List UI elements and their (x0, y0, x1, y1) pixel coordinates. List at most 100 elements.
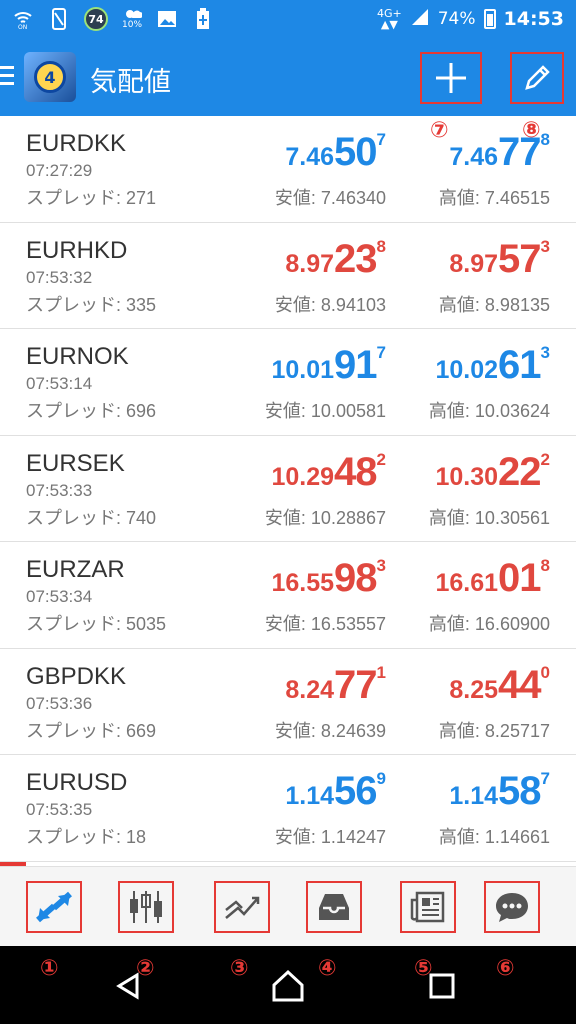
price-fraction: 8 (376, 236, 386, 256)
bid-price[interactable]: 1.14569 (285, 769, 386, 814)
candlestick-icon (130, 891, 162, 923)
price-fraction: 1 (376, 662, 386, 682)
bid-price[interactable]: 16.55983 (271, 556, 386, 601)
ask-price[interactable]: 8.25440 (449, 663, 550, 708)
price-fraction: 9 (376, 769, 386, 788)
trade-tab[interactable] (214, 881, 270, 933)
price-prefix: 10.01 (271, 356, 335, 384)
news-tab[interactable] (400, 881, 456, 933)
quotes-list: EURDKK 07:27:29 スプレッド: 271 7.46507 7.46778 安値… (0, 116, 576, 862)
quote-row[interactable]: EURDKK 07:27:29 スプレッド: 271 7.46507 7.46778 安値… (0, 116, 576, 223)
quote-row[interactable]: EURHKD 07:53:32 スプレッド: 335 8.97238 8.97573 安値… (0, 223, 576, 329)
price-prefix: 1.14 (449, 782, 499, 810)
ask-price[interactable]: 16.61018 (435, 556, 550, 601)
edit-button[interactable] (510, 52, 564, 104)
bid-price[interactable]: 7.46507 (285, 130, 386, 175)
arrows-icon (36, 891, 72, 923)
price-prefix: 8.97 (285, 249, 335, 278)
menu-icon[interactable] (0, 66, 16, 86)
image-icon (156, 8, 178, 30)
annotation-1: ① (40, 956, 59, 981)
low-price: 安値: 1.14247 (274, 827, 386, 847)
price-pips: 91 (334, 343, 377, 387)
spread-value: スプレッド: 18 (26, 827, 147, 847)
battery-charging-icon (192, 8, 214, 30)
system-navigation (0, 946, 576, 1024)
spread-value: スプレッド: 335 (26, 294, 157, 315)
quote-row[interactable]: GBPDKK 07:53:36 スプレッド: 669 8.24771 8.25440 安値… (0, 649, 576, 755)
symbol-name: GBPDKK (26, 662, 127, 690)
price-pips: 50 (334, 130, 377, 174)
symbol-name: EURDKK (26, 130, 127, 157)
price-pips: 77 (498, 130, 541, 174)
price-fraction: 8 (540, 556, 550, 575)
quote-time: 07:53:32 (26, 267, 93, 287)
app-logo[interactable]: 4 (24, 52, 76, 102)
spread-value: スプレッド: 740 (26, 507, 157, 528)
price-prefix: 1.14 (285, 782, 335, 810)
price-fraction: 2 (376, 449, 386, 469)
price-fraction: 0 (540, 662, 550, 682)
status-bar: ON 74 10% 4G+ ▲▼ 74% 14:53 (0, 0, 576, 38)
symbol-name: EURSEK (26, 449, 125, 477)
low-price: 安値: 10.00581 (264, 401, 386, 421)
price-fraction: 3 (376, 556, 386, 575)
bid-price[interactable]: 8.97238 (285, 237, 386, 282)
quote-row[interactable]: EURUSD 07:53:35 スプレッド: 18 1.14569 1.14587 安値:… (0, 755, 576, 862)
clock: 14:53 (503, 8, 564, 30)
chat-icon (496, 893, 528, 922)
price-fraction: 3 (540, 343, 550, 362)
low-price: 安値: 8.94103 (274, 294, 386, 315)
price-pips: 01 (498, 556, 541, 600)
price-fraction: 7 (540, 769, 550, 788)
quote-time: 07:53:34 (26, 587, 93, 606)
price-fraction: 7 (376, 130, 386, 149)
high-price: 高値: 10.03624 (428, 401, 550, 421)
chat-tab[interactable] (484, 881, 540, 933)
quote-time: 07:27:29 (26, 161, 93, 180)
network-type: 4G+ ▲▼ (376, 7, 402, 31)
bottom-navigation (0, 866, 576, 946)
spread-value: スプレッド: 696 (26, 401, 157, 421)
chart-tab[interactable] (118, 881, 174, 933)
price-prefix: 8.97 (449, 249, 499, 278)
ask-price[interactable]: 10.30222 (435, 450, 550, 495)
quote-row[interactable]: EURSEK 07:53:33 スプレッド: 740 10.29482 10.30222… (0, 436, 576, 542)
battery-percent: 74% (437, 9, 476, 29)
ask-price[interactable]: 8.97573 (449, 237, 550, 282)
ask-price[interactable]: 10.02613 (435, 343, 550, 388)
quote-row[interactable]: EURZAR 07:53:34 スプレッド: 5035 16.55983 16.6101… (0, 542, 576, 649)
low-price: 安値: 7.46340 (274, 188, 386, 208)
bid-price[interactable]: 10.29482 (271, 450, 386, 495)
annotation-4: ④ (318, 956, 337, 981)
high-price: 高値: 8.25717 (438, 720, 550, 741)
history-tab[interactable] (306, 881, 362, 933)
quote-row[interactable]: EURNOK 07:53:14 スプレッド: 696 10.01917 10.02613… (0, 329, 576, 436)
price-pips: 57 (498, 236, 541, 281)
bid-price[interactable]: 8.24771 (285, 663, 386, 708)
symbol-name: EURNOK (26, 343, 129, 370)
price-pips: 56 (334, 769, 377, 813)
home-button[interactable] (268, 966, 308, 1006)
globe-icon: 4 (34, 61, 66, 93)
battery-icon (483, 9, 496, 29)
annotation-2: ② (136, 956, 155, 981)
plus-icon (436, 63, 466, 93)
signal-icon (410, 7, 430, 32)
quotes-tab[interactable] (26, 881, 82, 933)
price-pips: 58 (498, 769, 541, 813)
high-price: 高値: 16.60900 (428, 614, 550, 634)
add-symbol-button[interactable] (420, 52, 482, 104)
quote-time: 07:53:14 (26, 374, 93, 393)
spread-value: スプレッド: 669 (26, 720, 157, 741)
newspaper-icon (410, 891, 445, 923)
trend-icon (225, 896, 260, 919)
quote-time: 07:53:35 (26, 800, 93, 819)
bid-price[interactable]: 10.01917 (271, 343, 386, 388)
weather-percent: 10% (122, 20, 143, 30)
price-fraction: 8 (540, 130, 550, 149)
annotation-6: ⑥ (496, 956, 515, 981)
ask-price[interactable]: 7.46778 (449, 130, 550, 175)
ask-price[interactable]: 1.14587 (449, 769, 550, 814)
symbol-name: EURUSD (26, 769, 128, 796)
